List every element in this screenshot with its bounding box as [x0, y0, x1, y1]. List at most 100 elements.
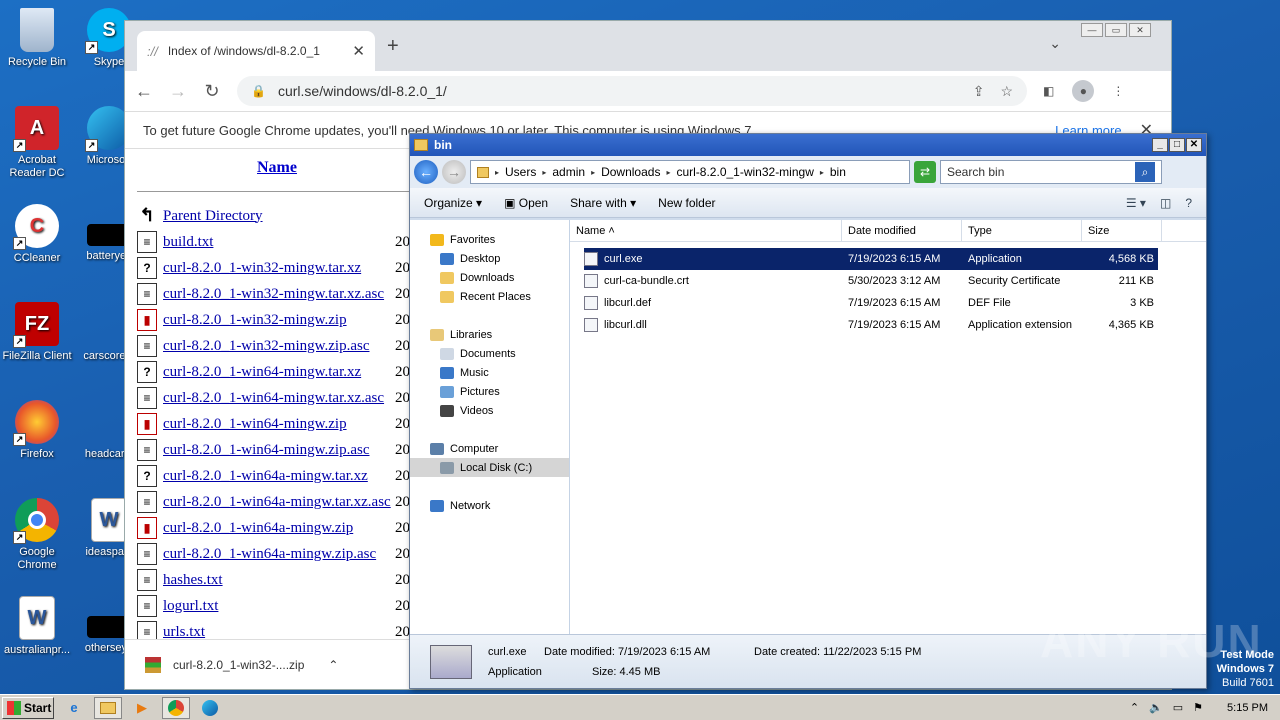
- edge-taskbar-icon[interactable]: [196, 697, 224, 719]
- close-button[interactable]: ✕: [1186, 138, 1202, 152]
- file-link[interactable]: Parent Directory: [163, 208, 263, 225]
- chrome-taskbar-icon[interactable]: [162, 696, 190, 719]
- close-button[interactable]: ✕: [1129, 23, 1151, 37]
- file-link[interactable]: curl-8.2.0_1-win64a-mingw.zip.asc: [163, 546, 376, 563]
- nav-network[interactable]: Network: [410, 496, 569, 515]
- tray-expand-icon[interactable]: ⌃: [1130, 701, 1139, 714]
- table-row[interactable]: libcurl.dll 7/19/2023 6:15 AM Application …: [584, 314, 1158, 336]
- breadcrumb-item[interactable]: admin: [552, 165, 585, 179]
- nav-downloads[interactable]: Downloads: [410, 268, 569, 287]
- action-center-flag-icon[interactable]: ⚑: [1193, 701, 1203, 714]
- file-link[interactable]: hashes.txt: [163, 572, 223, 589]
- breadcrumb-separator-icon[interactable]: ▸: [495, 168, 499, 177]
- breadcrumb-item[interactable]: Downloads: [601, 165, 660, 179]
- breadcrumb-item[interactable]: Users: [505, 165, 536, 179]
- menu-kebab-icon[interactable]: ⋮: [1112, 84, 1124, 98]
- file-link[interactable]: logurl.txt: [163, 598, 218, 615]
- file-link[interactable]: curl-8.2.0_1-win32-mingw.zip: [163, 312, 347, 329]
- desktop-icon-firefox[interactable]: ↗ Firefox: [0, 400, 74, 461]
- table-row[interactable]: curl-ca-bundle.crt 5/30/2023 3:12 AM Secur…: [584, 270, 1158, 292]
- preview-pane-icon[interactable]: ◫: [1160, 196, 1171, 210]
- new-folder-button[interactable]: New folder: [658, 196, 715, 210]
- nav-videos[interactable]: Videos: [410, 401, 569, 420]
- address-bar[interactable]: 🔒 curl.se/windows/dl-8.2.0_1/ ⇪ ☆: [237, 76, 1027, 106]
- file-link[interactable]: curl-8.2.0_1-win64-mingw.zip: [163, 416, 347, 433]
- side-panel-icon[interactable]: ◧: [1043, 84, 1054, 98]
- profile-avatar[interactable]: ●: [1072, 80, 1095, 102]
- file-link[interactable]: curl-8.2.0_1-win64-mingw.tar.xz.asc: [163, 390, 384, 407]
- minimize-button[interactable]: _: [1152, 138, 1168, 152]
- back-button[interactable]: ←: [135, 81, 153, 102]
- breadcrumb-separator-icon[interactable]: ▸: [542, 168, 546, 177]
- forward-button[interactable]: →: [442, 160, 466, 184]
- nav-libraries[interactable]: Libraries: [410, 325, 569, 344]
- file-link[interactable]: curl-8.2.0_1-win32-mingw.tar.xz: [163, 260, 361, 277]
- start-button[interactable]: Start: [2, 696, 54, 719]
- desktop-icon-australianpr[interactable]: W australianpr...: [0, 596, 74, 657]
- file-link[interactable]: curl-8.2.0_1-win64-mingw.zip.asc: [163, 442, 369, 459]
- table-row[interactable]: curl.exe 7/19/2023 6:15 AM Application 4,56…: [584, 248, 1158, 270]
- nav-recent-places[interactable]: Recent Places: [410, 287, 569, 306]
- nav-favorites[interactable]: Favorites: [410, 230, 569, 249]
- nav-music[interactable]: Music: [410, 363, 569, 382]
- column-name[interactable]: Name ˄: [570, 220, 842, 241]
- lock-icon[interactable]: 🔒: [251, 84, 266, 98]
- help-icon[interactable]: ?: [1185, 196, 1192, 210]
- back-button[interactable]: ←: [414, 160, 438, 184]
- search-icon[interactable]: ⌕: [1135, 162, 1155, 182]
- tab-search-chevron-icon[interactable]: ⌄: [1049, 35, 1061, 52]
- maximize-button[interactable]: ▭: [1105, 23, 1127, 37]
- clock[interactable]: 5:15 PM: [1227, 702, 1268, 714]
- file-link[interactable]: curl-8.2.0_1-win32-mingw.tar.xz.asc: [163, 286, 384, 303]
- file-link[interactable]: curl-8.2.0_1-win64-mingw.tar.xz: [163, 364, 361, 381]
- nav-computer[interactable]: Computer: [410, 439, 569, 458]
- organize-button[interactable]: Organize ▾: [424, 196, 482, 210]
- close-tab-icon[interactable]: ✕: [352, 42, 365, 60]
- desktop-icon-google-chrome[interactable]: ↗ Google Chrome: [0, 498, 74, 572]
- breadcrumb[interactable]: ▸ Users ▸ admin ▸ Downloads ▸ curl-8.2.0_1-win3…: [470, 160, 910, 184]
- explorer-taskbar-icon[interactable]: [94, 696, 122, 719]
- file-link[interactable]: curl-8.2.0_1-win32-mingw.zip.asc: [163, 338, 369, 355]
- nav-local-disk[interactable]: Local Disk (C:): [410, 458, 569, 477]
- share-icon[interactable]: ⇪: [973, 83, 985, 100]
- file-link[interactable]: curl-8.2.0_1-win64a-mingw.zip: [163, 520, 353, 537]
- media-player-icon[interactable]: ▶: [128, 697, 156, 719]
- new-tab-button[interactable]: +: [387, 35, 399, 58]
- internet-explorer-icon[interactable]: e: [60, 697, 88, 719]
- bookmark-star-icon[interactable]: ☆: [1000, 83, 1013, 100]
- name-column-header[interactable]: Name: [257, 159, 297, 177]
- desktop-icon-filezilla[interactable]: FZ ↗ FileZilla Client: [0, 302, 74, 363]
- breadcrumb-separator-icon[interactable]: ▸: [666, 168, 670, 177]
- chevron-up-icon[interactable]: ⌃: [328, 658, 338, 672]
- file-link[interactable]: curl-8.2.0_1-win64a-mingw.tar.xz: [163, 468, 368, 485]
- breadcrumb-item[interactable]: bin: [830, 165, 846, 179]
- column-size[interactable]: Size: [1082, 220, 1162, 241]
- breadcrumb-item[interactable]: curl-8.2.0_1-win32-mingw: [676, 165, 813, 179]
- refresh-icon[interactable]: ⇄: [914, 161, 936, 183]
- network-tray-icon[interactable]: ▭: [1173, 701, 1183, 714]
- file-link[interactable]: build.txt: [163, 234, 213, 251]
- table-row[interactable]: libcurl.def 7/19/2023 6:15 AM DEF File 3 KB: [584, 292, 1158, 314]
- file-link[interactable]: urls.txt: [163, 624, 205, 640]
- file-link[interactable]: curl-8.2.0_1-win64a-mingw.tar.xz.asc: [163, 494, 391, 511]
- desktop-icon-ccleaner[interactable]: C ↗ CCleaner: [0, 204, 74, 265]
- forward-button[interactable]: →: [169, 81, 187, 102]
- nav-desktop[interactable]: Desktop: [410, 249, 569, 268]
- nav-documents[interactable]: Documents: [410, 344, 569, 363]
- desktop-icon-recycle-bin[interactable]: Recycle Bin: [0, 8, 74, 69]
- column-date-modified[interactable]: Date modified: [842, 220, 962, 241]
- nav-pictures[interactable]: Pictures: [410, 382, 569, 401]
- minimize-button[interactable]: —: [1081, 23, 1103, 37]
- share-with-button[interactable]: Share with ▾: [570, 196, 636, 210]
- column-type[interactable]: Type: [962, 220, 1082, 241]
- breadcrumb-separator-icon[interactable]: ▸: [820, 168, 824, 177]
- desktop-icon-acrobat[interactable]: A ↗ Acrobat Reader DC: [0, 106, 74, 180]
- volume-icon[interactable]: 🔈: [1149, 701, 1163, 714]
- breadcrumb-separator-icon[interactable]: ▸: [591, 168, 595, 177]
- download-item-name[interactable]: curl-8.2.0_1-win32-....zip: [173, 658, 304, 672]
- view-options-icon[interactable]: ☰ ▾: [1126, 196, 1146, 210]
- maximize-button[interactable]: □: [1169, 138, 1185, 152]
- browser-tab[interactable]: :// Index of /windows/dl-8.2.0_1 ✕: [137, 31, 375, 71]
- search-input[interactable]: Search bin ⌕: [940, 160, 1162, 184]
- open-button[interactable]: ▣ Open: [504, 196, 548, 210]
